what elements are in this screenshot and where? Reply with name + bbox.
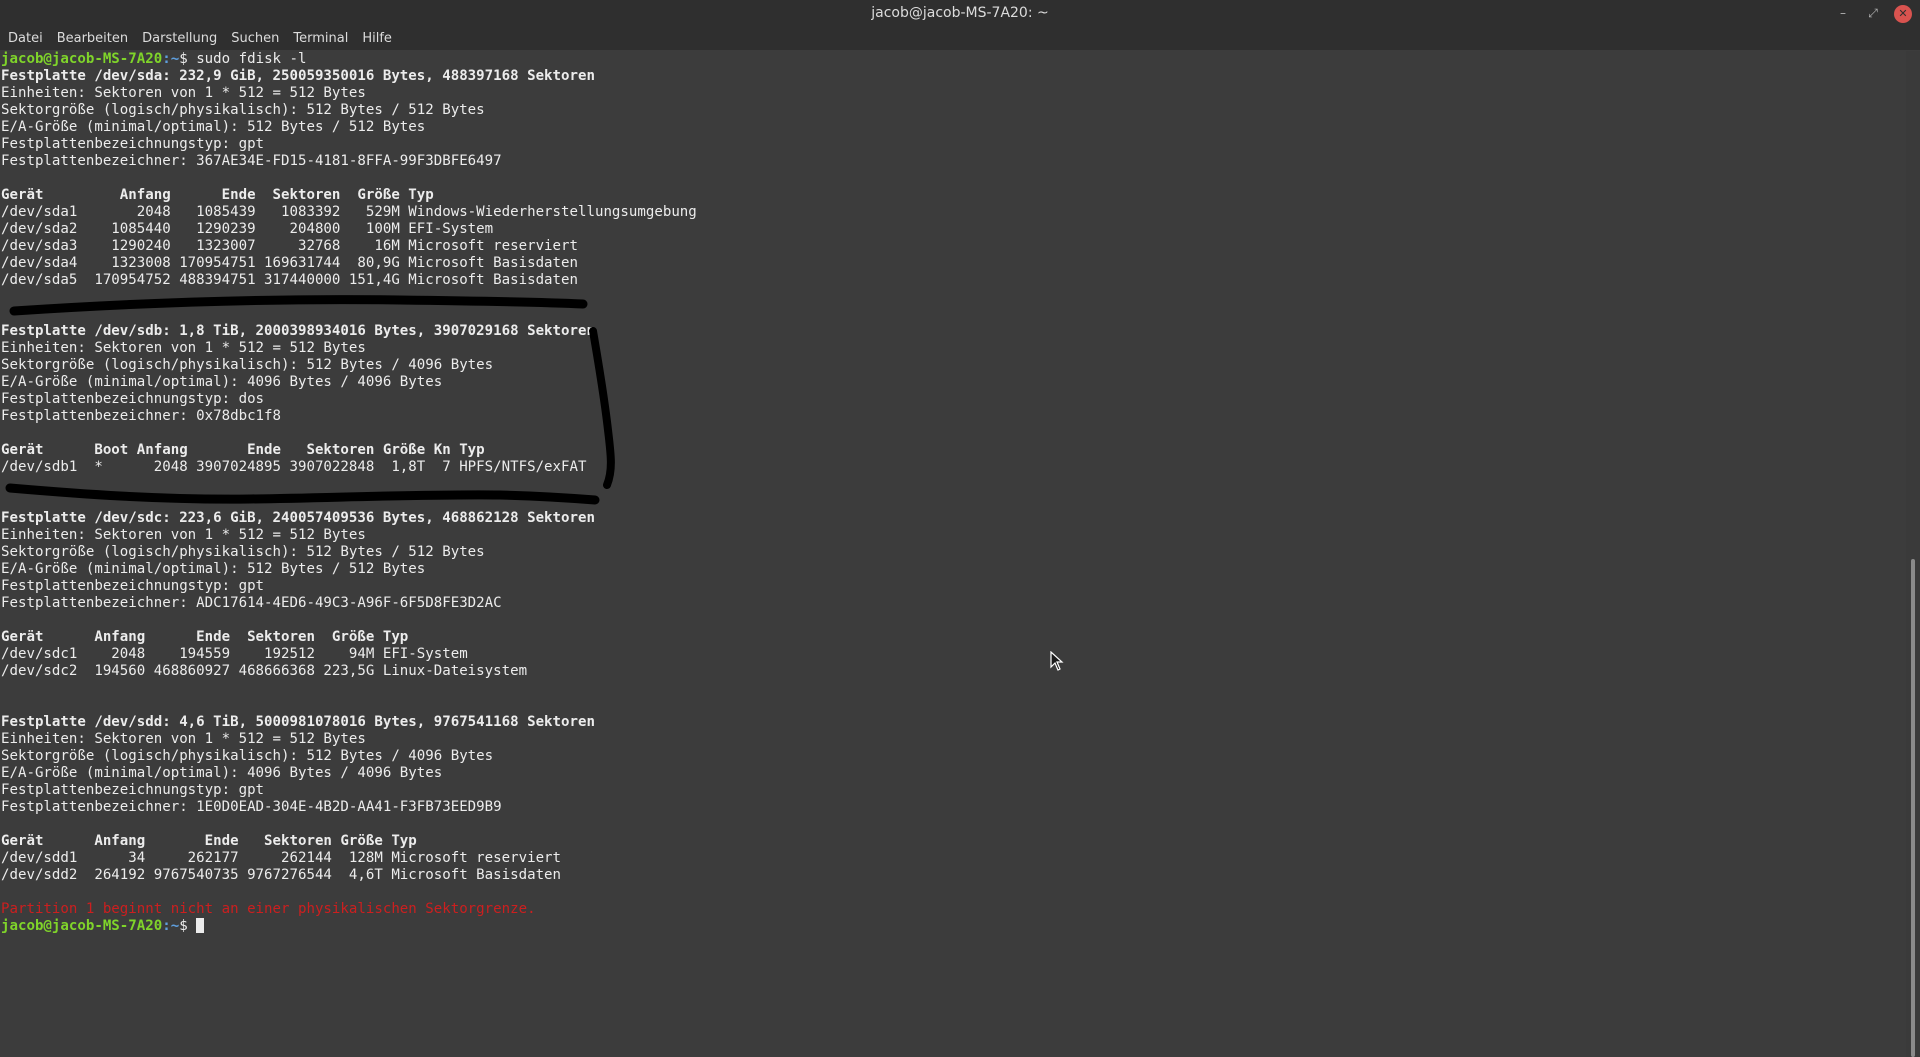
prompt-path: :~ (162, 51, 180, 67)
output-line: /dev/sdc1 2048 194559 192512 94M EFI-Sys… (1, 646, 468, 662)
output-line: /dev/sda2 1085440 1290239 204800 100M EF… (1, 221, 494, 237)
output-line: Festplattenbezeichner: ADC17614-4ED6-49C… (1, 595, 502, 611)
output-lines: Festplatte /dev/sda: 232,9 GiB, 25005935… (0, 68, 1906, 918)
prompt-symbol: $ (179, 51, 197, 67)
close-icon[interactable]: ✕ (1894, 4, 1912, 23)
terminal-output[interactable]: jacob@jacob-MS-7A20:~$ sudo fdisk -l Fes… (0, 51, 1906, 1057)
mouse-pointer-icon (1050, 651, 1064, 671)
output-line: Sektorgröße (logisch/physikalisch): 512 … (1, 544, 485, 560)
output-line: Einheiten: Sektoren von 1 * 512 = 512 By… (1, 527, 366, 543)
terminal-window: jacob@jacob-MS-7A20: ~ – ⤢ ✕ Datei Bearb… (0, 0, 1920, 1057)
output-line: /dev/sda4 1323008 170954751 169631744 80… (1, 255, 578, 271)
output-line: /dev/sdc2 194560 468860927 468666368 223… (1, 663, 528, 679)
output-line: E/A-Größe (minimal/optimal): 4096 Bytes … (1, 765, 443, 781)
output-line: Festplatte /dev/sdc: 223,6 GiB, 24005740… (1, 510, 595, 526)
output-line: Festplattenbezeichnungstyp: gpt (1, 578, 265, 594)
output-line: E/A-Größe (minimal/optimal): 512 Bytes /… (1, 561, 426, 577)
minimize-icon[interactable]: – (1834, 5, 1852, 23)
window-title: jacob@jacob-MS-7A20: ~ (871, 5, 1049, 21)
output-line: Festplattenbezeichner: 367AE34E-FD15-418… (1, 153, 502, 169)
text-cursor-icon (196, 918, 205, 933)
output-line: E/A-Größe (minimal/optimal): 512 Bytes /… (1, 119, 426, 135)
menu-bearbeiten[interactable]: Bearbeiten (50, 27, 135, 50)
prompt-user: jacob@jacob-MS-7A20 (1, 918, 163, 934)
scrollbar-thumb[interactable] (1911, 559, 1915, 1057)
output-line: /dev/sda3 1290240 1323007 32768 16M Micr… (1, 238, 578, 254)
command-text: sudo fdisk -l (196, 51, 307, 67)
output-line: Festplatte /dev/sda: 232,9 GiB, 25005935… (1, 68, 595, 84)
output-line: Sektorgröße (logisch/physikalisch): 512 … (1, 748, 494, 764)
output-line: Gerät Anfang Ende Sektoren Größe Typ (1, 187, 434, 203)
output-line: /dev/sda5 170954752 488394751 317440000 … (1, 272, 578, 288)
menu-datei[interactable]: Datei (1, 27, 50, 50)
output-line: /dev/sda1 2048 1085439 1083392 529M Wind… (1, 204, 697, 220)
output-line: E/A-Größe (minimal/optimal): 4096 Bytes … (1, 374, 443, 390)
output-line: Festplattenbezeichnungstyp: dos (1, 391, 265, 407)
output-line: /dev/sdd1 34 262177 262144 128M Microsof… (1, 850, 562, 866)
menu-darstellung[interactable]: Darstellung (135, 27, 224, 50)
output-line: Festplattenbezeichner: 0x78dbc1f8 (1, 408, 282, 424)
menu-terminal[interactable]: Terminal (286, 27, 355, 50)
menu-hilfe[interactable]: Hilfe (355, 27, 399, 50)
output-line: Festplatte /dev/sdb: 1,8 TiB, 2000398934… (1, 323, 595, 339)
output-line: Festplatte /dev/sdd: 4,6 TiB, 5000981078… (1, 714, 595, 730)
output-line: Festplattenbezeichnungstyp: gpt (1, 136, 265, 152)
command-line: jacob@jacob-MS-7A20:~$ sudo fdisk -l (0, 51, 1906, 68)
menu-bar: Datei Bearbeiten Darstellung Suchen Term… (0, 27, 1920, 50)
menu-suchen[interactable]: Suchen (224, 27, 286, 50)
output-line: Sektorgröße (logisch/physikalisch): 512 … (1, 357, 494, 373)
output-line: Gerät Anfang Ende Sektoren Größe Typ (1, 629, 409, 645)
active-prompt-line[interactable]: jacob@jacob-MS-7A20:~$ (0, 918, 1906, 935)
output-line: /dev/sdd2 264192 9767540735 9767276544 4… (1, 867, 562, 883)
output-line: Gerät Anfang Ende Sektoren Größe Typ (1, 833, 417, 849)
vertical-scrollbar[interactable] (1906, 51, 1920, 1057)
output-line: /dev/sdb1 * 2048 3907024895 3907022848 1… (1, 459, 587, 475)
output-line: Einheiten: Sektoren von 1 * 512 = 512 By… (1, 731, 366, 747)
output-line: Festplattenbezeichner: 1E0D0EAD-304E-4B2… (1, 799, 502, 815)
error-message-line: Partition 1 beginnt nicht an einer physi… (1, 901, 536, 917)
window-controls: – ⤢ ✕ (1834, 0, 1912, 27)
prompt-user: jacob@jacob-MS-7A20 (1, 51, 163, 67)
output-line: Sektorgröße (logisch/physikalisch): 512 … (1, 102, 485, 118)
output-line: Einheiten: Sektoren von 1 * 512 = 512 By… (1, 340, 366, 356)
maximize-icon[interactable]: ⤢ (1864, 5, 1882, 23)
title-bar[interactable]: jacob@jacob-MS-7A20: ~ – ⤢ ✕ (0, 0, 1920, 27)
prompt-path: :~ (162, 918, 180, 934)
output-line: Einheiten: Sektoren von 1 * 512 = 512 By… (1, 85, 366, 101)
output-line: Festplattenbezeichnungstyp: gpt (1, 782, 265, 798)
prompt-symbol: $ (179, 918, 197, 934)
output-line: Gerät Boot Anfang Ende Sektoren Größe Kn… (1, 442, 485, 458)
